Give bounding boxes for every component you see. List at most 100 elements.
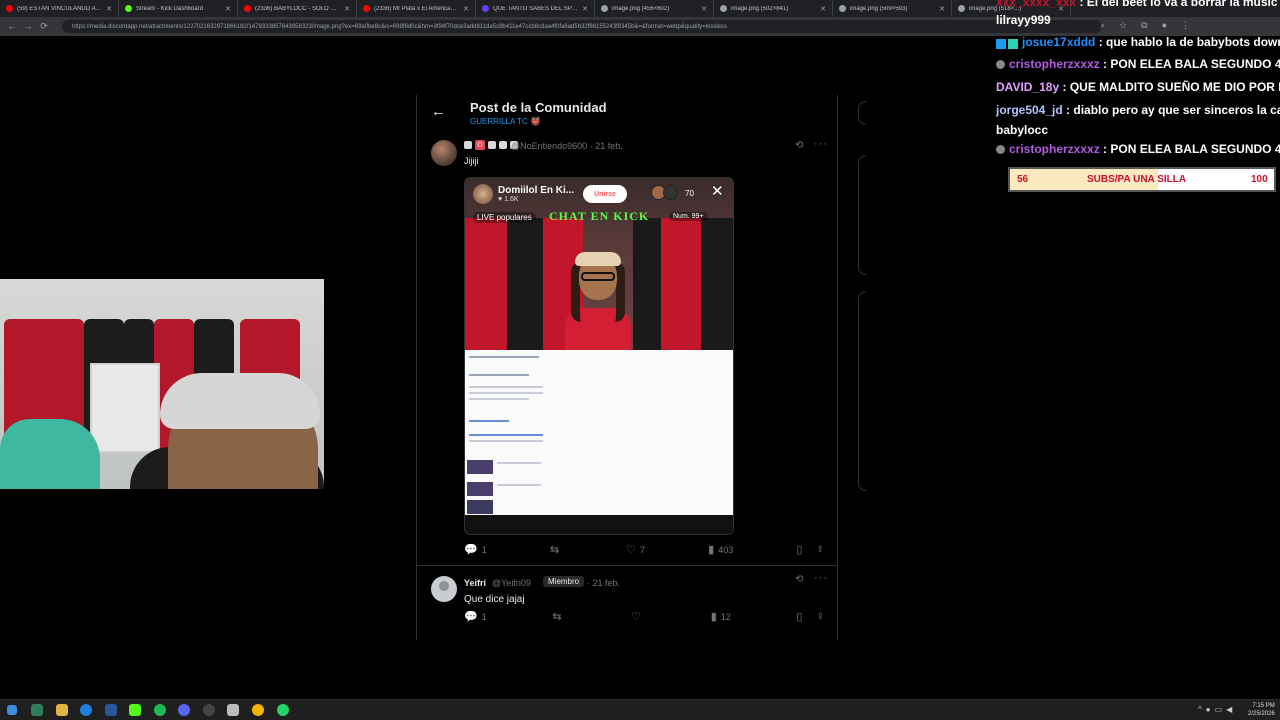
chat-username[interactable]: jorge504_jd <box>996 103 1063 117</box>
close-tab-icon[interactable]: ✕ <box>344 5 350 13</box>
browser-tab[interactable]: image.png (502×841) ✕ <box>714 0 833 17</box>
kick-icon[interactable] <box>129 704 141 716</box>
browser-tab[interactable]: Stream - Kick Dashboard ✕ <box>119 0 238 17</box>
views-count: 12 <box>720 611 731 622</box>
retweet-icon: ⇆ <box>552 611 562 623</box>
post-header: ← Post de la Comunidad GUERRILLA TC 👹 <box>417 95 837 133</box>
back-nav-icon[interactable]: ← <box>6 21 18 31</box>
close-tab-icon[interactable]: ✕ <box>820 5 826 13</box>
bookmark-icon: ▯ <box>796 611 803 623</box>
badge-icon <box>996 60 1005 70</box>
mic-icon[interactable]: ● <box>1206 705 1211 714</box>
views-button[interactable]: ▮ 403 <box>708 543 733 556</box>
bookmark-icon: ▯ <box>796 544 803 556</box>
reply-text: Que dice jajaj <box>464 594 525 605</box>
more-options-icon[interactable]: ··· <box>814 138 828 150</box>
whatsapp-icon[interactable] <box>277 704 289 716</box>
badge-icon: O <box>475 140 485 150</box>
browser-tab[interactable]: QUE TANTO SABES DEL SPANISH... ✕ <box>476 0 595 17</box>
reply-date: · 21 feb. <box>587 578 621 588</box>
discord-icon[interactable] <box>178 704 190 716</box>
tab-favicon-icon <box>482 5 489 12</box>
chat-username[interactable]: DAVID_18y <box>996 80 1059 94</box>
browser-tab[interactable]: image.png (456×602) ✕ <box>595 0 714 17</box>
stream-screenshot: Domiilol En Ki... ♥ 1.6K Unirse 70 ✕ LIV… <box>465 178 733 352</box>
chat-username[interactable]: cristopherzxxxz <box>1009 57 1100 71</box>
system-tray: ^ ● ▭ ◀ <box>1198 705 1232 714</box>
close-tab-icon[interactable]: ✕ <box>939 5 945 13</box>
network-icon[interactable]: ▭ <box>1215 705 1223 714</box>
windows-start-icon[interactable] <box>7 705 17 715</box>
chat-username[interactable]: josue17xddd <box>1022 35 1095 49</box>
join-button[interactable]: Unirse <box>583 185 627 203</box>
close-icon[interactable]: ✕ <box>711 182 724 200</box>
webcam-feed <box>0 279 324 489</box>
retweet-button[interactable]: ⇆ <box>552 610 565 623</box>
like-button[interactable]: ♡ <box>631 610 645 623</box>
system-clock[interactable]: 7:15 PM 2/25/2026 <box>1248 702 1275 718</box>
obs-icon[interactable] <box>203 704 215 716</box>
volume-icon[interactable]: ◀ <box>1226 705 1232 714</box>
edge-browser-icon[interactable] <box>80 704 92 716</box>
tab-title: image.png (456×602) <box>612 5 670 12</box>
more-options-icon[interactable]: ··· <box>814 572 828 584</box>
avatar[interactable] <box>431 140 457 166</box>
number-pill: Num. 99+ <box>669 212 708 221</box>
badge-icon <box>996 145 1005 155</box>
chat-text: : diablo pero ay que ser sinceros la car <box>1066 103 1280 117</box>
subs-goal-label: SUBS/PA UNA SILLA <box>1087 174 1187 185</box>
chat-username[interactable]: lilrayy999 <box>996 13 1051 27</box>
browser-tab[interactable]: (2336) BABYLOCC - SOLO POR D... ✕ <box>238 0 357 17</box>
url-field[interactable]: https://media.discordapp.net/attachments… <box>62 20 1102 33</box>
reload-icon[interactable]: ⟳ <box>38 21 50 32</box>
file-explorer-icon[interactable] <box>56 704 68 716</box>
close-tab-icon[interactable]: ✕ <box>225 5 231 13</box>
avatar[interactable] <box>431 576 457 602</box>
reply-button[interactable]: 💬 1 <box>464 543 487 556</box>
tweet-media[interactable]: Domiilol En Ki... ♥ 1.6K Unirse 70 ✕ LIV… <box>464 177 734 535</box>
close-tab-icon[interactable]: ✕ <box>106 5 112 13</box>
chat-message: jorge504_jd : diablo pero ay que ser sin… <box>996 103 1280 117</box>
reply-button[interactable]: 💬 1 <box>464 610 487 623</box>
clock-date: 2/25/2026 <box>1248 711 1275 717</box>
browser-tab[interactable]: (2336) Mr Plata x El Americano #... ✕ <box>357 0 476 17</box>
browser-tab[interactable]: image.png (509×593) ✕ <box>833 0 952 17</box>
stream-chat-overlay: xxx_xxxx_xxx : El del beet lo va a borra… <box>996 0 1280 170</box>
bookmark-button[interactable]: ▯ ⇪ <box>796 543 824 556</box>
chat-kick-banner: CHAT EN KICK <box>549 209 650 223</box>
viewer-avatars <box>651 185 681 201</box>
tab-title: Stream - Kick Dashboard <box>136 5 204 12</box>
chat-username[interactable]: cristopherzxxxz <box>1009 142 1100 156</box>
chat-message: cristopherzxxxz : PON ELEA BALA SEGUNDO … <box>996 142 1280 156</box>
chat-message: DAVID_18y : QUE MALDITO SUEÑO ME DIO POR… <box>996 80 1280 94</box>
grok-icon[interactable]: ⟲ <box>795 140 803 151</box>
close-tab-icon[interactable]: ✕ <box>582 5 588 13</box>
app-icon[interactable] <box>227 704 239 716</box>
back-arrow-icon[interactable]: ← <box>431 103 446 120</box>
app-icon[interactable] <box>31 704 43 716</box>
forward-nav-icon[interactable]: → <box>22 21 34 31</box>
url-text: https://media.discordapp.net/attachments… <box>72 23 727 30</box>
community-link[interactable]: GUERRILLA TC 👹 <box>470 117 541 126</box>
reply-name[interactable]: Yeifri <box>464 578 486 588</box>
like-button[interactable]: ♡ 7 <box>626 543 645 556</box>
badge-icon <box>464 141 472 149</box>
reply-handle[interactable]: @Yeifri09 <box>492 578 531 588</box>
screen: (59) ESTÁN VINCULANDO A MA... ✕ Stream - K… <box>0 0 1280 720</box>
views-button[interactable]: ▮ 12 <box>711 610 731 623</box>
tweet-handle[interactable]: @NoEntiendo9600 · 21 feb. <box>511 141 623 151</box>
chrome-icon[interactable] <box>252 704 264 716</box>
close-tab-icon[interactable]: ✕ <box>701 5 707 13</box>
grok-icon[interactable]: ⟲ <box>795 574 803 585</box>
chevron-up-icon[interactable]: ^ <box>1198 705 1202 714</box>
browser-tab[interactable]: (59) ESTÁN VINCULANDO A MA... ✕ <box>0 0 119 17</box>
tab-favicon-icon <box>601 5 608 12</box>
spotify-icon[interactable] <box>154 704 166 716</box>
close-tab-icon[interactable]: ✕ <box>463 5 469 13</box>
share-icon[interactable]: ⇪ <box>816 611 824 622</box>
share-icon[interactable]: ⇪ <box>816 544 824 555</box>
retweet-button[interactable]: ⇆ <box>550 543 563 556</box>
bookmark-button[interactable]: ▯ ⇪ <box>796 610 824 623</box>
tab-favicon-icon <box>125 5 132 12</box>
store-icon[interactable] <box>105 704 117 716</box>
